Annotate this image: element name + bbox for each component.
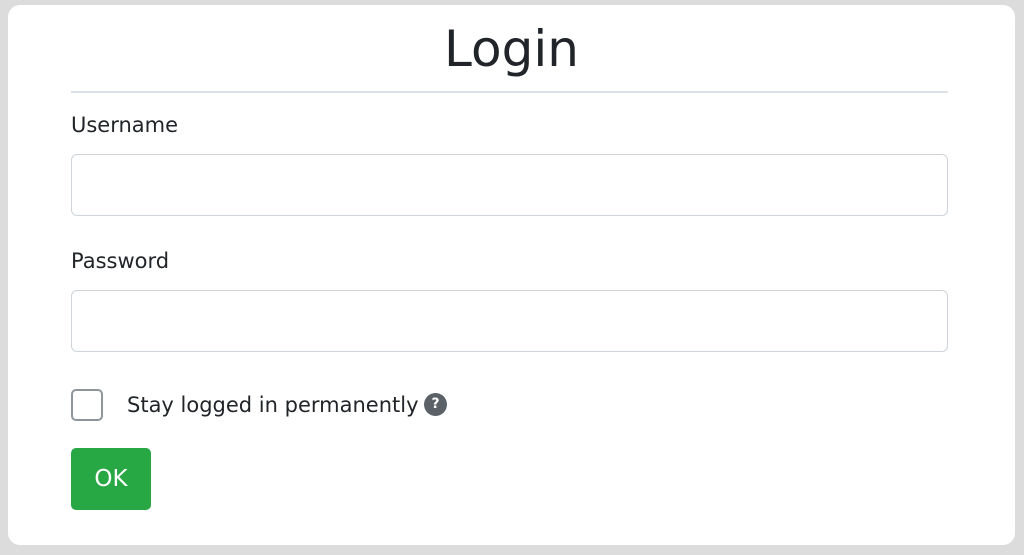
login-card: Login Username Password Stay logged in p… (8, 5, 1015, 545)
stay-logged-in-label[interactable]: Stay logged in permanently (127, 391, 419, 419)
username-input[interactable] (71, 154, 948, 216)
password-input[interactable] (71, 290, 948, 352)
stay-logged-in-checkbox[interactable] (71, 389, 103, 421)
question-circle-icon[interactable]: ? (424, 393, 447, 416)
password-label: Password (71, 249, 170, 273)
page-title: Login (444, 20, 579, 78)
ok-button[interactable]: OK (71, 448, 151, 510)
username-label: Username (71, 113, 179, 137)
title-divider (71, 91, 948, 93)
